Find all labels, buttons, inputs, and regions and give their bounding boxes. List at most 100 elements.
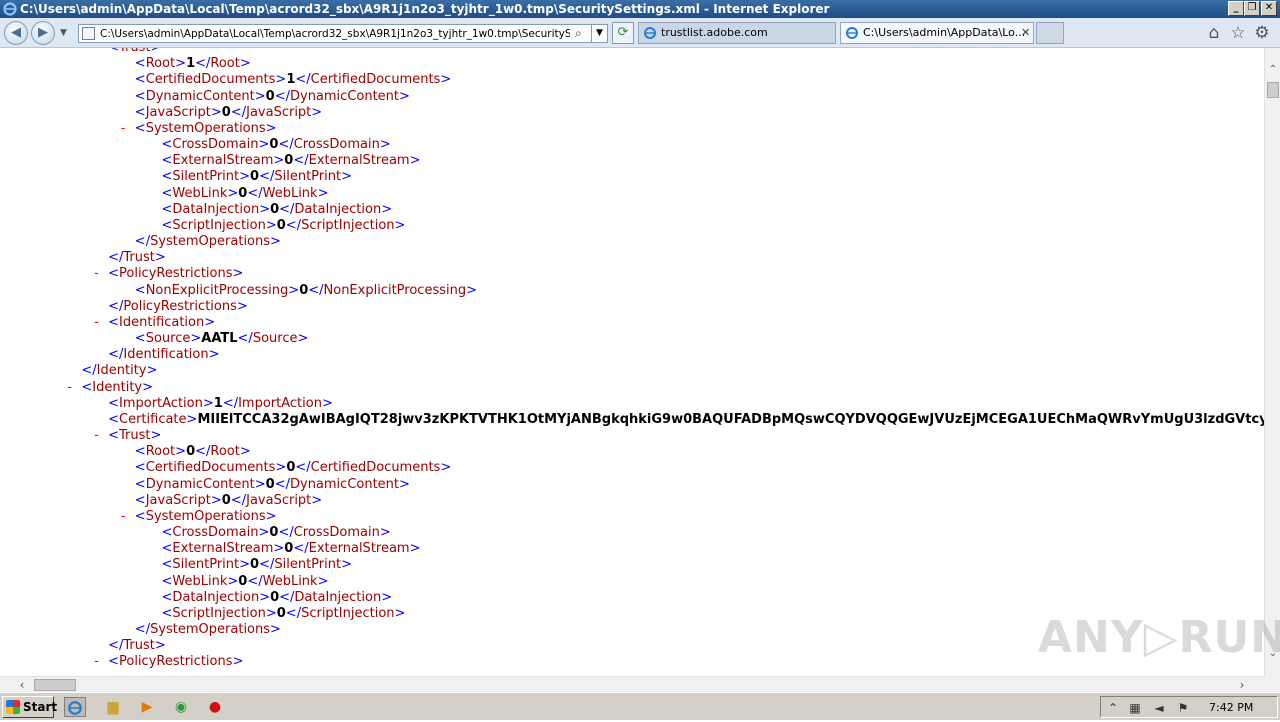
tag-bracket: >	[265, 120, 277, 136]
restore-button[interactable]: ❐	[1244, 1, 1260, 16]
tag-bracket: >	[381, 589, 393, 605]
minimize-button[interactable]: _	[1228, 1, 1244, 16]
tag-bracket: >	[259, 201, 271, 217]
horizontal-scrollbar[interactable]: ‹ ›	[0, 676, 1264, 692]
address-input[interactable]: C:\Users\admin\AppData\Local\Temp\acrord…	[100, 27, 570, 41]
tag-name: DataInjection	[172, 589, 260, 605]
windows-logo-icon	[6, 700, 20, 714]
taskbar-ie-button[interactable]	[64, 697, 86, 717]
back-button[interactable]: ◀	[4, 21, 28, 45]
collapse-toggle[interactable]: -	[94, 48, 99, 56]
tag-bracket: >	[265, 508, 277, 524]
home-icon[interactable]: ⌂	[1204, 23, 1224, 43]
scroll-up-icon[interactable]: ⌃	[1265, 62, 1280, 78]
tag-bracket: >	[239, 444, 251, 460]
forward-arrow-icon: ▶	[38, 25, 48, 40]
anyrun-watermark: ANY▷RUN	[1038, 612, 1280, 663]
settings-gear-icon[interactable]: ⚙	[1252, 23, 1272, 43]
xml-line: <Root>0</Root>	[135, 444, 251, 460]
collapse-toggle[interactable]: -	[94, 266, 99, 282]
tag-bracket: </	[278, 525, 294, 541]
action-center-flag-icon[interactable]: ⚑	[1175, 700, 1191, 716]
tag-bracket: </	[195, 56, 211, 72]
xml-line: <Certificate>MIIElTCCA32gAwIBAgIQT28jwv3…	[108, 412, 1264, 428]
tag-value: AATL	[201, 331, 238, 347]
collapse-toggle[interactable]: -	[67, 380, 72, 396]
tag-name: Identification	[119, 314, 205, 330]
tag-bracket: <	[134, 508, 146, 524]
folder-icon[interactable]: ▆	[102, 697, 124, 717]
xml-line: </SystemOperations>	[135, 622, 281, 638]
tag-name: CrossDomain	[172, 525, 259, 541]
vertical-scroll-thumb[interactable]	[1267, 82, 1279, 98]
tag-name: SystemOperations	[145, 120, 266, 136]
collapse-toggle[interactable]: -	[94, 315, 99, 331]
tag-name: DynamicContent	[289, 476, 400, 492]
favorites-star-icon[interactable]: ☆	[1228, 23, 1248, 43]
tag-value: 0	[250, 557, 260, 573]
clock[interactable]: 7:42 PM	[1209, 700, 1253, 716]
horizontal-scroll-thumb[interactable]	[34, 679, 76, 691]
tag-bracket: >	[154, 638, 166, 654]
scroll-left-icon[interactable]: ‹	[14, 677, 30, 693]
xml-line: <SilentPrint>0</SilentPrint>	[162, 169, 352, 185]
forward-button[interactable]: ▶	[31, 21, 55, 45]
collapse-toggle[interactable]: -	[121, 121, 126, 137]
tag-bracket: <	[108, 395, 119, 411]
tag-bracket: <	[108, 314, 119, 330]
tab-security-settings[interactable]: C:\Users\admin\AppData\Lo... ✕	[840, 22, 1034, 44]
tag-bracket: >	[409, 541, 421, 557]
xml-line: </Identification>	[108, 347, 219, 363]
tag-bracket: </	[274, 476, 290, 492]
history-dropdown-icon[interactable]: ▼	[60, 28, 67, 38]
search-icon[interactable]: ⌕	[575, 26, 589, 41]
network-icon[interactable]: ▦	[1127, 700, 1143, 716]
tag-name: SilentPrint	[274, 557, 342, 573]
tag-bracket: <	[134, 492, 146, 508]
tag-bracket: >	[379, 525, 391, 541]
media-player-icon[interactable]: ▶	[136, 697, 158, 717]
tag-bracket: >	[399, 88, 410, 104]
tag-bracket: >	[317, 185, 329, 201]
address-bar[interactable]: C:\Users\admin\AppData\Local\Temp\acrord…	[78, 24, 608, 43]
tag-bracket: </	[308, 282, 324, 298]
collapse-toggle[interactable]: -	[121, 509, 126, 525]
start-button[interactable]: Start	[2, 696, 57, 718]
tag-bracket: </	[279, 589, 295, 605]
collapse-toggle[interactable]: -	[94, 654, 99, 670]
tag-value: 0	[276, 217, 286, 233]
internet-explorer-icon	[3, 2, 17, 16]
xml-line: <ExternalStream>0</ExternalStream>	[162, 541, 421, 557]
stop-icon[interactable]: ●	[204, 697, 226, 717]
scroll-right-icon[interactable]: ›	[1234, 677, 1250, 693]
vertical-scrollbar[interactable]: ⌃ ⌄	[1264, 48, 1280, 676]
tag-bracket: >	[440, 460, 452, 476]
close-button[interactable]: ✕	[1261, 1, 1277, 16]
tray-expand-icon[interactable]: ⌃	[1105, 700, 1121, 716]
xml-line: - <PolicyRestrictions>	[94, 266, 243, 282]
compatibility-refresh-button[interactable]: ⟳	[612, 22, 634, 44]
tag-bracket: <	[161, 557, 173, 573]
tag-bracket: >	[270, 234, 281, 250]
tag-bracket: >	[150, 428, 162, 444]
tag-value: 0	[284, 153, 294, 169]
tag-bracket: </	[247, 185, 263, 201]
tag-bracket: >	[210, 492, 222, 508]
tag-value: 0	[238, 185, 248, 201]
tag-bracket: </	[134, 622, 151, 638]
xml-line: <ScriptInjection>0</ScriptInjection>	[162, 218, 406, 234]
address-dropdown-icon[interactable]: ▼	[591, 25, 607, 42]
volume-icon[interactable]: ◄	[1151, 700, 1167, 716]
tab-trustlist[interactable]: trustlist.adobe.com	[638, 22, 836, 44]
tag-name: CertifiedDocuments	[145, 72, 276, 88]
tab-close-icon[interactable]: ✕	[1021, 23, 1030, 43]
tag-bracket: >	[297, 331, 309, 347]
tag-bracket: >	[258, 137, 270, 153]
tag-bracket: >	[275, 460, 287, 476]
collapse-toggle[interactable]: -	[94, 428, 99, 444]
chrome-icon[interactable]: ◉	[170, 697, 192, 717]
new-tab-button[interactable]	[1036, 22, 1064, 44]
xml-line: - <Trust>	[94, 48, 161, 56]
tag-name: WebLink	[172, 185, 228, 201]
tag-name: Source	[145, 331, 191, 347]
